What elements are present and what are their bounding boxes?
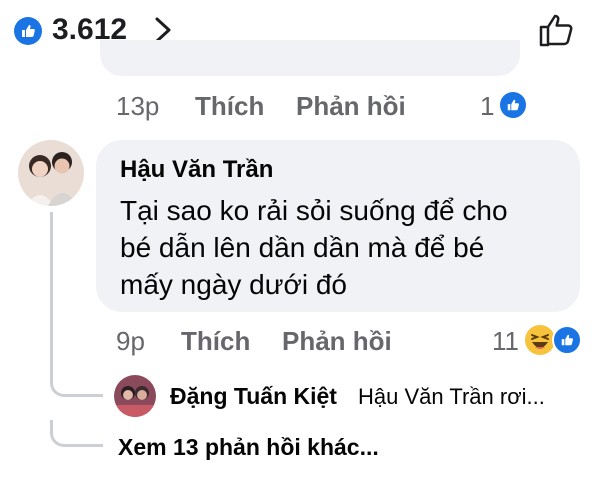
comment-time: 9p [116, 326, 145, 356]
thread-branch-more [50, 420, 103, 447]
comment-text: Tại sao ko rải sỏi suống để cho bé dẫn l… [120, 192, 560, 303]
like-button-icon[interactable] [536, 10, 576, 50]
prev-reaction-count[interactable]: 1 [480, 91, 494, 122]
like-link[interactable]: Thích [181, 326, 250, 357]
view-more-replies-link[interactable]: Xem 13 phản hồi khác... [118, 434, 379, 461]
comment-author[interactable]: Hậu Văn Trần [120, 156, 273, 184]
prev-comment-time: 13p [116, 91, 160, 121]
like-icon[interactable] [552, 325, 582, 355]
comment-text-line: mấy ngày dưới đó [120, 269, 347, 300]
comment-text-line: bé dẫn lên dần dần mà để bé [120, 232, 485, 263]
thread-line [50, 212, 53, 382]
prev-reply-link[interactable]: Phản hồi [296, 91, 406, 122]
reply-link[interactable]: Phản hồi [282, 326, 392, 357]
reply-preview-text[interactable]: Hậu Văn Trần rơi... [358, 384, 545, 410]
thread-branch-reply [50, 370, 103, 397]
previous-comment-bubble [100, 40, 520, 76]
reply-avatar[interactable] [114, 375, 156, 417]
comment-text-line: Tại sao ko rải sỏi suống để cho [120, 195, 508, 226]
prev-like-reaction-icon[interactable] [498, 90, 528, 120]
haha-icon[interactable] [525, 325, 555, 355]
comment-reaction-count[interactable]: 11 [492, 326, 519, 357]
avatar[interactable] [18, 140, 84, 206]
like-reaction-icon[interactable] [14, 17, 42, 45]
prev-like-link[interactable]: Thích [195, 91, 264, 122]
reply-author[interactable]: Đặng Tuấn Kiệt [170, 383, 337, 410]
